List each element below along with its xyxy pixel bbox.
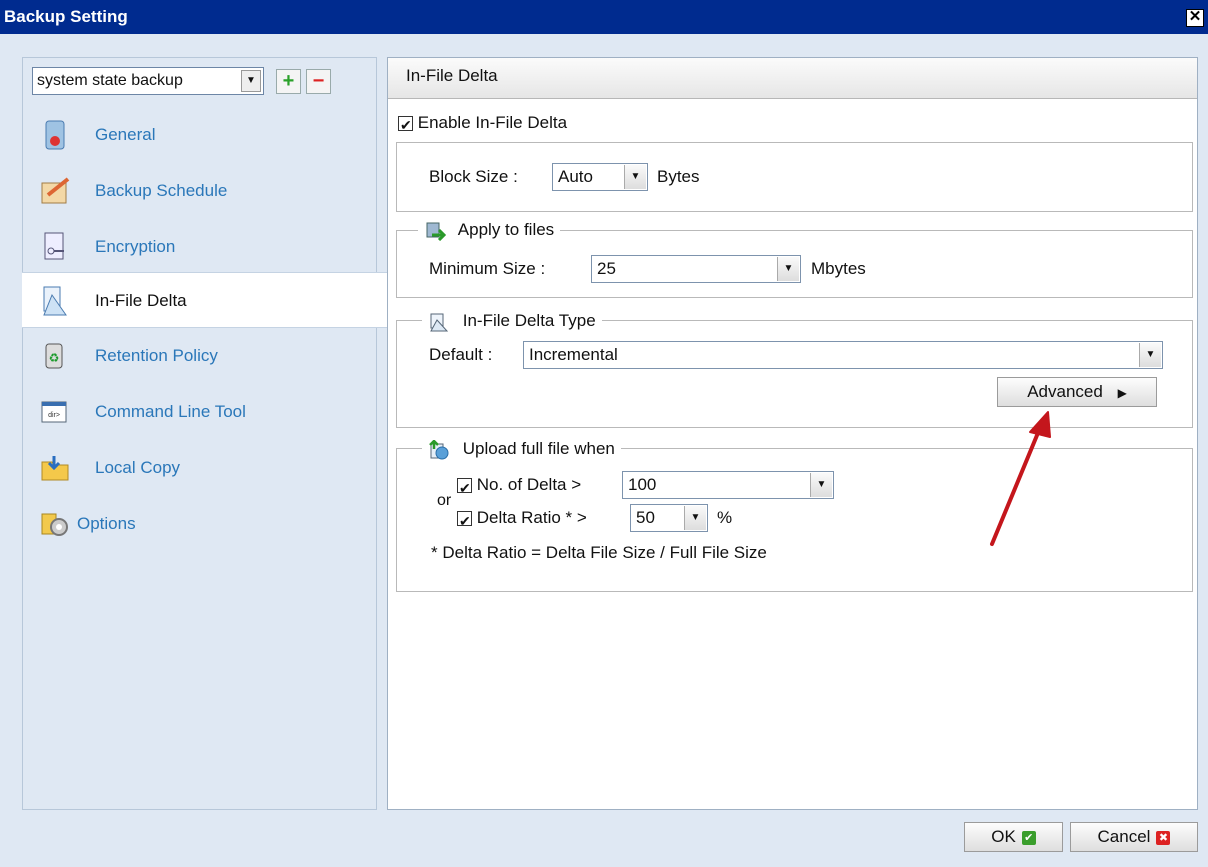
- cancel-button[interactable]: Cancel ✖: [1070, 822, 1198, 852]
- ok-label: OK: [991, 827, 1016, 846]
- annotation-arrow: [990, 411, 1051, 546]
- ok-button[interactable]: OK ✔: [964, 822, 1063, 852]
- cancel-icon: ✖: [1156, 830, 1171, 845]
- check-icon: ✔: [1021, 830, 1036, 845]
- cancel-label: Cancel: [1097, 827, 1151, 846]
